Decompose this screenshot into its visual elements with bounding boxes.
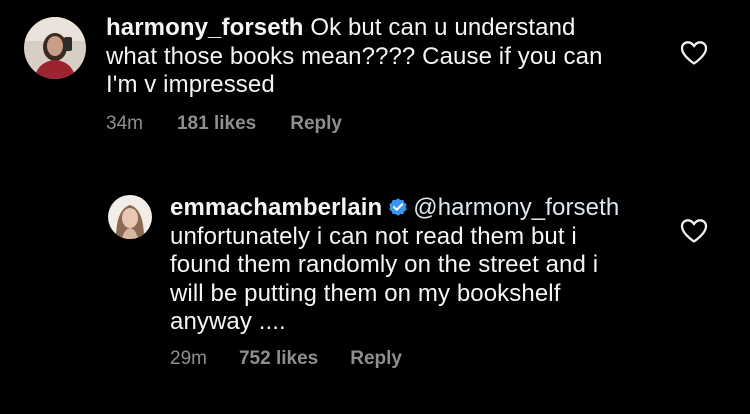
reply-button[interactable]: Reply bbox=[350, 348, 402, 370]
heart-outline-icon[interactable] bbox=[680, 40, 708, 66]
likes-count[interactable]: 181 likes bbox=[177, 113, 256, 135]
avatar[interactable] bbox=[24, 17, 86, 79]
comment-line-2: what those books mean???? Cause if you c… bbox=[106, 42, 603, 70]
comment-meta: 29m 752 likes Reply bbox=[170, 348, 402, 370]
comment-harmony: harmony_forseth Ok but can u understand … bbox=[0, 0, 750, 150]
comment-emmachamberlain: emmachamberlain @harmony_forseth unfortun… bbox=[0, 180, 750, 414]
comment-text: harmony_forseth Ok but can u understand … bbox=[106, 14, 686, 100]
verified-badge-icon bbox=[389, 198, 407, 216]
comment-meta: 34m 181 likes Reply bbox=[106, 113, 342, 135]
comment-line-5: anyway .... bbox=[170, 308, 286, 335]
reply-button[interactable]: Reply bbox=[290, 113, 342, 135]
comment-line-1: emmachamberlain @harmony_forseth bbox=[170, 194, 650, 223]
comment-line-3: I'm v impressed bbox=[106, 71, 275, 98]
comment-timestamp: 29m bbox=[170, 348, 207, 369]
comment-username[interactable]: harmony_forseth bbox=[106, 14, 304, 41]
comment-username[interactable]: emmachamberlain bbox=[170, 194, 382, 221]
avatar-photo bbox=[108, 195, 152, 239]
mention-link[interactable]: @harmony_forseth bbox=[413, 194, 619, 221]
comment-line-4: will be putting them on my bookshelf bbox=[170, 279, 561, 307]
comment-timestamp: 34m bbox=[106, 113, 143, 134]
heart-outline-icon[interactable] bbox=[680, 218, 708, 244]
comment-text-line: Ok but can u understand bbox=[310, 14, 576, 41]
comment-line-2: unfortunately i can not read them but i bbox=[170, 222, 577, 250]
comment-line-3: found them randomly on the street and i bbox=[170, 251, 599, 278]
avatar-photo bbox=[24, 17, 86, 79]
avatar[interactable] bbox=[108, 195, 152, 239]
likes-count[interactable]: 752 likes bbox=[239, 348, 318, 370]
comment-line-1: harmony_forseth Ok but can u understand bbox=[106, 14, 686, 43]
comment-text: emmachamberlain @harmony_forseth unfortun… bbox=[170, 194, 650, 337]
